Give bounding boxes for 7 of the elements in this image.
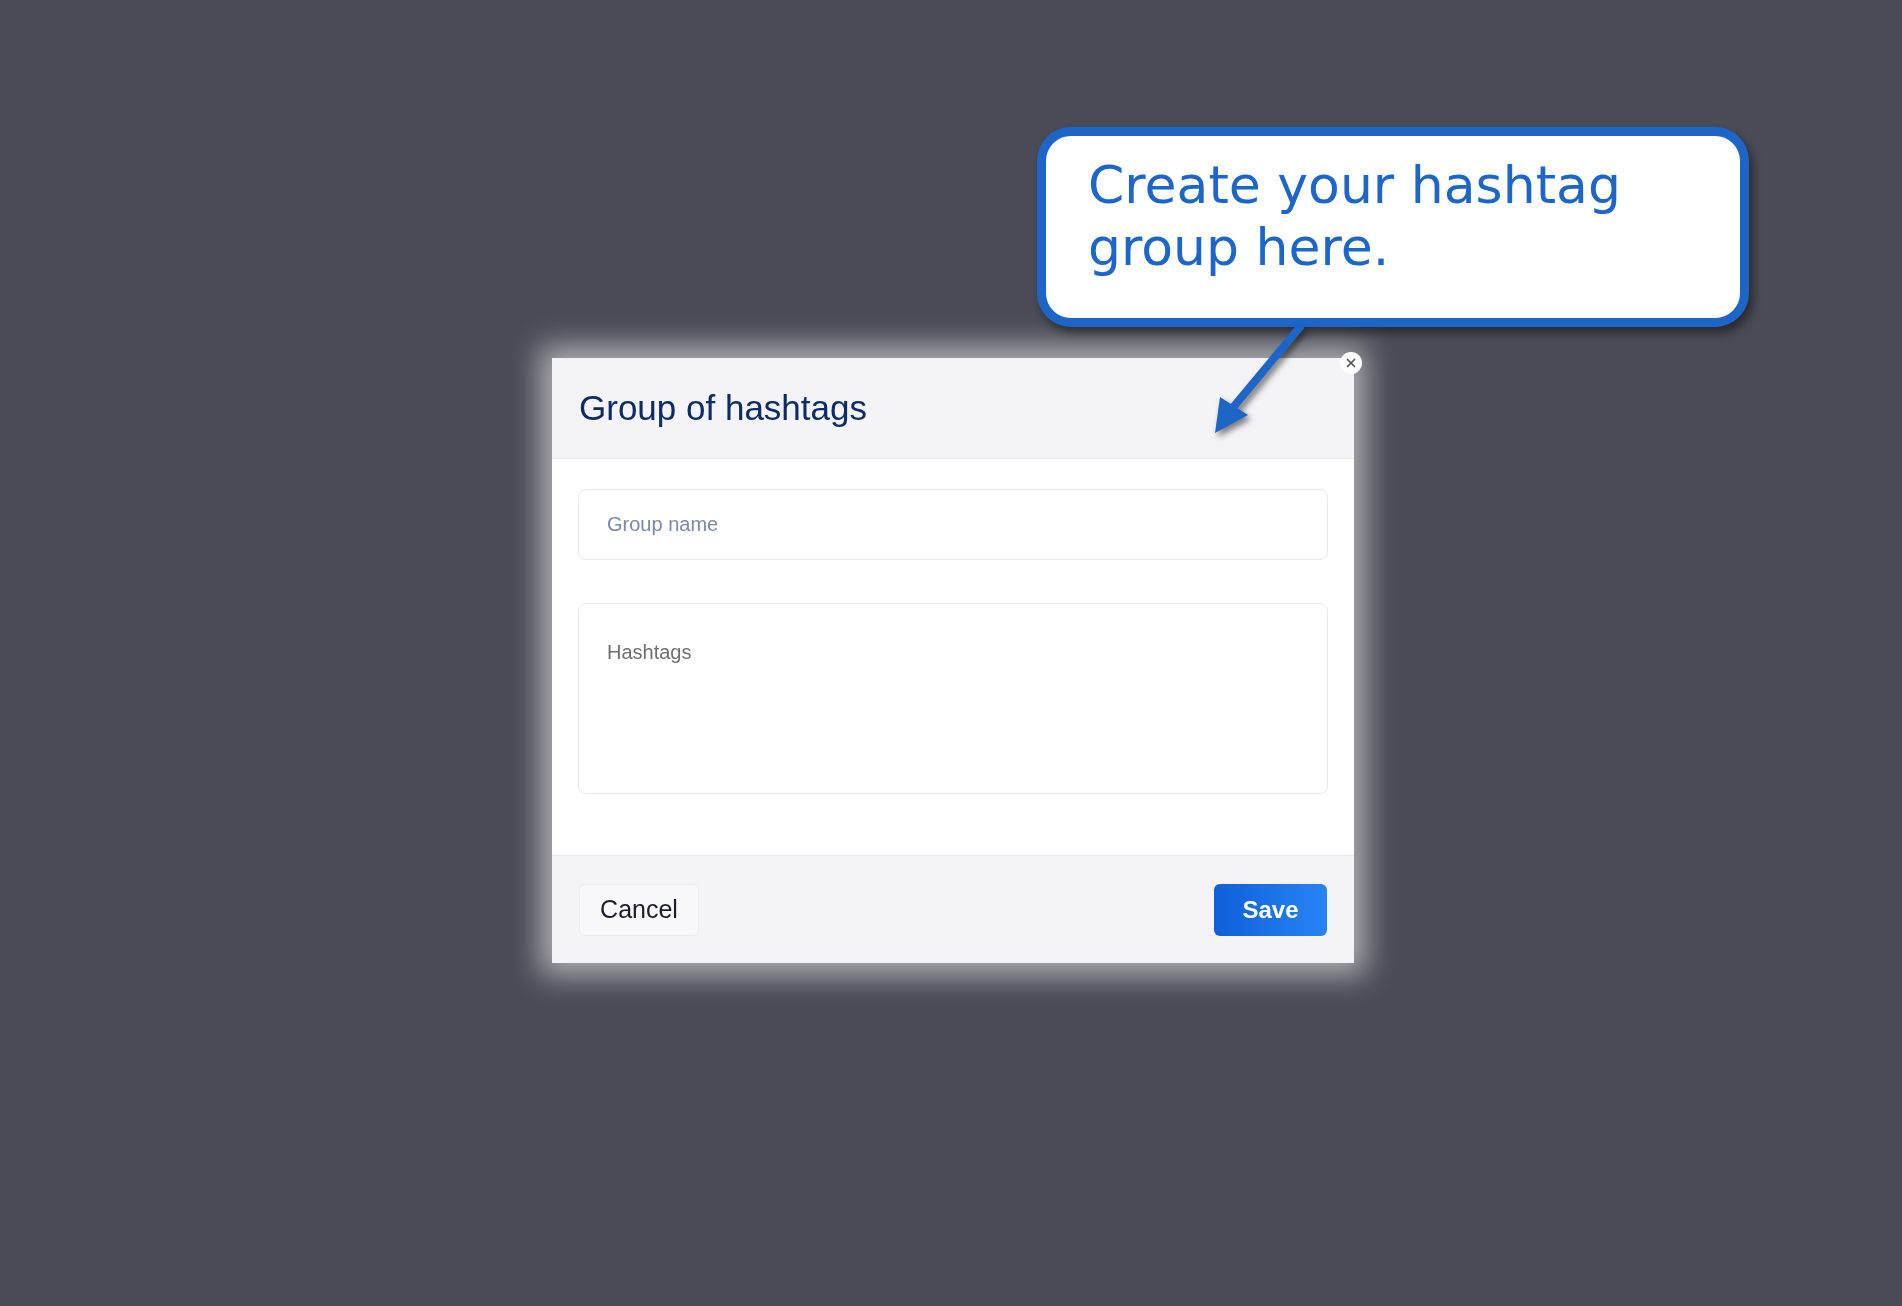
cancel-button[interactable]: Cancel	[579, 883, 699, 936]
save-button[interactable]: Save	[1214, 883, 1327, 936]
close-icon[interactable]	[1340, 352, 1362, 374]
group-name-field[interactable]: Group name	[578, 489, 1328, 560]
dialog-title: Group of hashtags	[579, 386, 867, 429]
callout-text: Create your hashtag group here.	[1088, 154, 1622, 278]
hashtags-field[interactable]: Hashtags	[578, 603, 1328, 794]
